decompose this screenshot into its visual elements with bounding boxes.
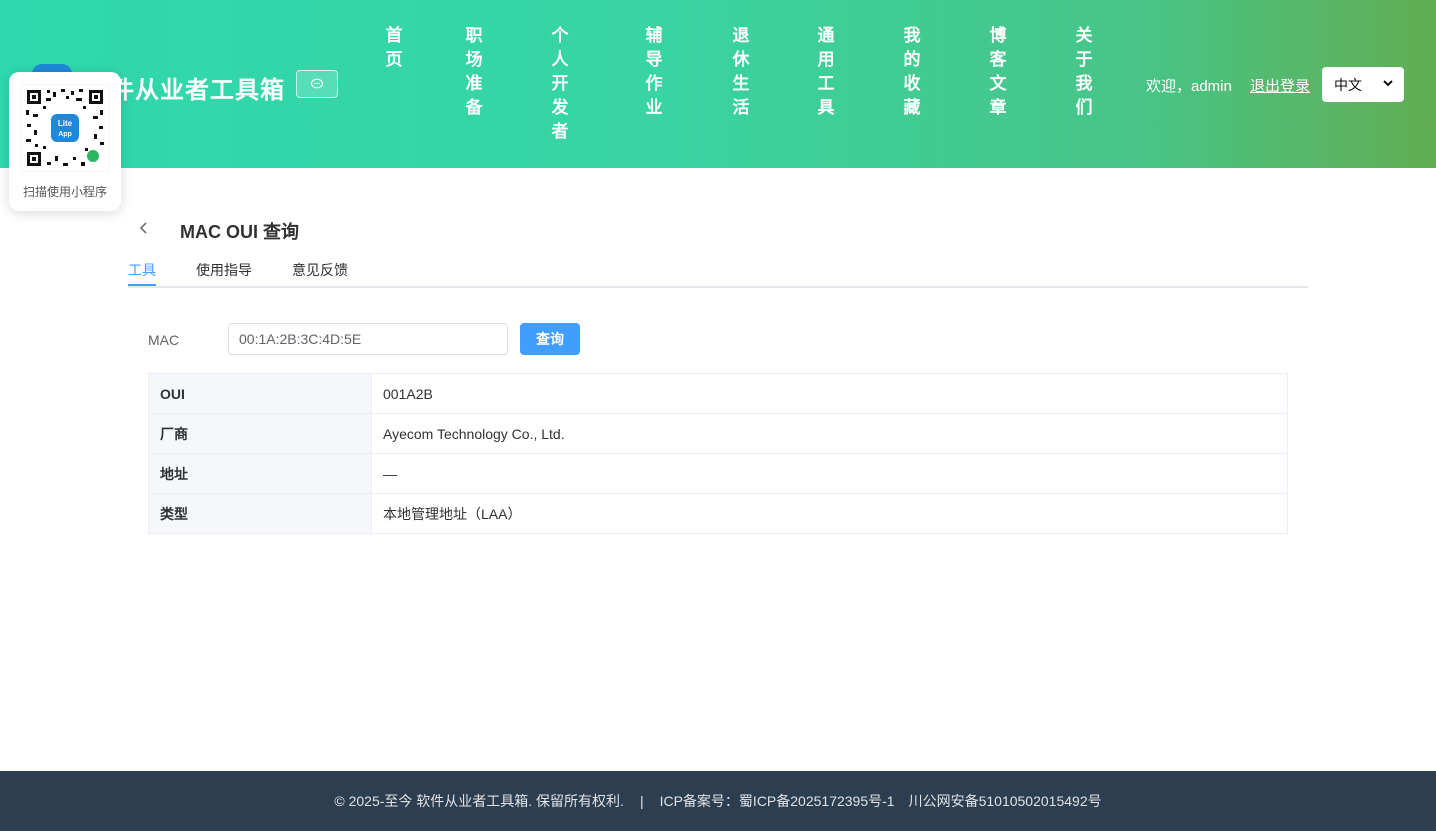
result-value: — [371,453,1288,494]
copyright-text: © 2025-至今 软件从业者工具箱. 保留所有权利. [334,793,624,809]
mac-input[interactable] [228,323,508,355]
result-key: OUI [148,373,372,414]
welcome-text: 欢迎，admin [1146,78,1232,95]
result-value: 001A2B [371,373,1288,414]
qr-badge-top: Lite [58,119,73,128]
tab-bar: 工具 使用指导 意见反馈 [128,258,1308,288]
result-key: 类型 [148,493,372,534]
language-value: 中文 [1334,76,1362,93]
mini-program-qr-card: Lite App 扫描使用小程序 [9,72,121,211]
table-row: 厂商 Ayecom Technology Co., Ltd. [148,413,1288,454]
tab-feedback[interactable]: 意见反馈 [292,260,348,280]
nav-homework[interactable]: 辅导作业 [643,24,665,120]
icp-link[interactable]: ICP备案号：蜀ICP备2025172395号-1 [660,791,895,811]
logout-link[interactable]: 退出登录 [1250,75,1310,96]
chat-bubble-icon [310,78,324,89]
result-key: 厂商 [148,413,372,454]
footer: © 2025-至今 软件从业者工具箱. 保留所有权利. | ICP备案号：蜀IC… [0,771,1436,831]
active-tab-indicator [128,284,156,286]
tab-guide[interactable]: 使用指导 [196,260,252,280]
qr-code-icon[interactable]: Lite App [21,84,109,172]
nav-home[interactable]: 首页 [383,24,405,72]
result-value: 本地管理地址（LAA） [371,493,1288,534]
result-table: OUI 001A2B 厂商 Ayecom Technology Co., Ltd… [148,373,1288,534]
table-row: OUI 001A2B [148,373,1288,414]
result-key: 地址 [148,453,372,494]
result-value: Ayecom Technology Co., Ltd. [371,413,1288,454]
tool-panel: MAC 查询 OUI 001A2B 厂商 Ayecom Technology C… [128,300,1308,554]
nav-indie-dev[interactable]: 个人开发者 [549,24,571,144]
site-title[interactable]: 件从业者工具箱 [110,70,285,105]
footer-separator: | [639,793,644,809]
table-row: 地址 — [148,453,1288,494]
mac-label: MAC [148,332,180,348]
nav-favorites[interactable]: 我的收藏 [901,24,923,120]
nav-blog[interactable]: 博客文章 [987,24,1009,120]
nav-general-tools[interactable]: 通用工具 [815,24,837,120]
police-record-link[interactable]: 川公网安备51010502015492号 [909,791,1102,811]
language-select[interactable]: 中文 [1322,67,1404,102]
qr-caption: 扫描使用小程序 [22,185,107,199]
chat-button[interactable] [296,70,338,98]
page-title: MAC OUI 查询 [180,222,299,242]
chevron-down-icon [1383,80,1393,87]
query-button[interactable]: 查询 [520,323,580,355]
tab-tool[interactable]: 工具 [128,260,156,280]
nav-retirement[interactable]: 退休生活 [730,24,752,120]
nav-about[interactable]: 关于我们 [1073,24,1095,120]
nav-career-prep[interactable]: 职场准备 [463,24,485,120]
back-button[interactable] [136,218,152,238]
chevron-left-icon [139,222,147,234]
table-row: 类型 本地管理地址（LAA） [148,493,1288,534]
top-header: 件从业者工具箱 首页 职场准备 个人开发者 辅导作业 退休生活 通用工具 我的收… [0,0,1436,168]
qr-badge-bottom: App [58,131,72,138]
